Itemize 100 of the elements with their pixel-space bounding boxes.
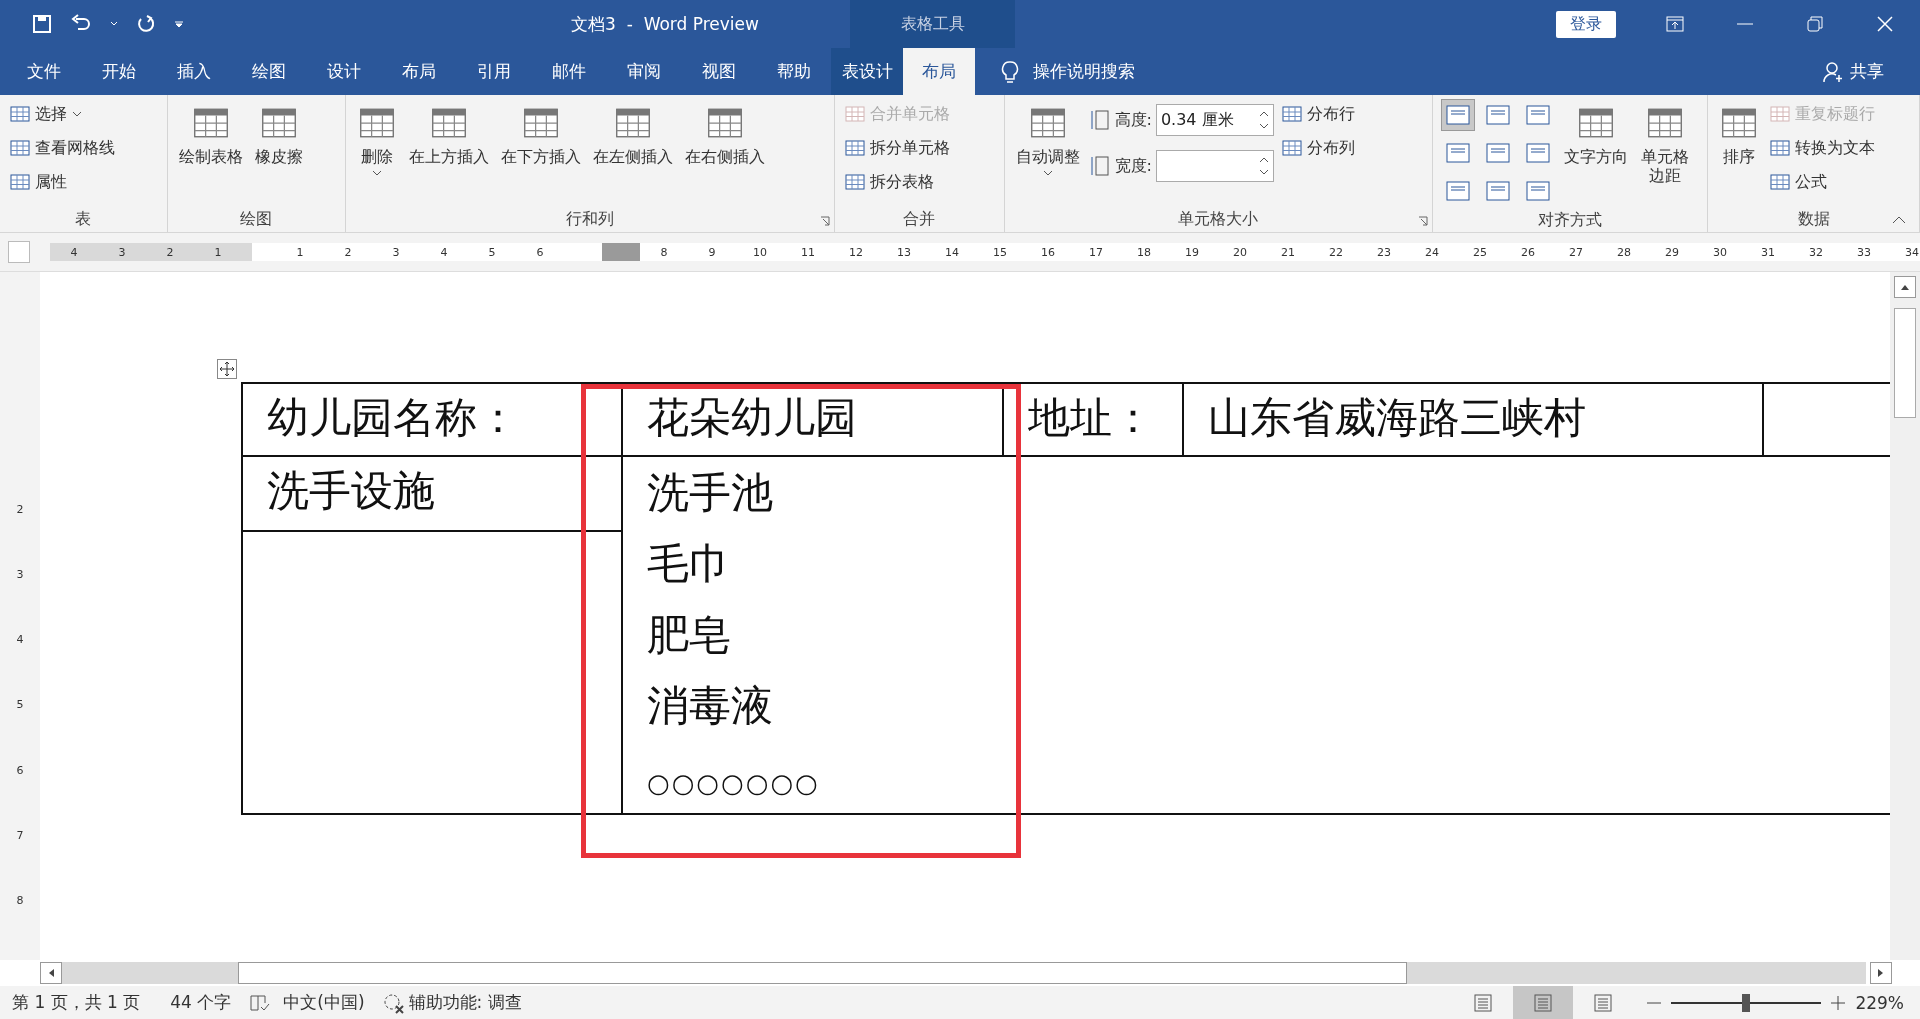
ribbon-button[interactable]: 拆分单元格: [842, 133, 952, 163]
field-label: 宽度:: [1114, 155, 1152, 177]
caret-icon: [1042, 170, 1053, 177]
ribbon-button[interactable]: 文字方向: [1561, 99, 1632, 171]
caret-icon: [371, 170, 382, 177]
language[interactable]: 中文(中国): [283, 991, 365, 1014]
window-title: 文档3 - Word Preview: [570, 12, 760, 36]
align-icon: [1486, 143, 1511, 163]
triangle-right-icon: [1878, 968, 1884, 978]
ribbon-button[interactable]: 自动调整: [1012, 99, 1083, 181]
ribbon-tab[interactable]: 视图: [681, 48, 756, 95]
view-button[interactable]: [1513, 986, 1574, 1019]
cell-text: 花朵幼儿园: [647, 392, 858, 444]
ruler-number: 9: [707, 245, 717, 259]
page-view-icon: [1593, 993, 1614, 1012]
ruler-number: 2: [16, 504, 24, 518]
ribbon-tab[interactable]: 引用: [456, 48, 531, 95]
ruler-number: 10: [752, 245, 768, 259]
ribbon-button[interactable]: 拆分表格: [842, 167, 952, 197]
ruler-number: 21: [1280, 245, 1296, 259]
align-icon: [1486, 105, 1511, 125]
ruler-number: 12: [848, 245, 864, 259]
accessibility-icon[interactable]: [382, 991, 405, 1014]
ribbon-tab[interactable]: 邮件: [531, 48, 606, 95]
ribbon-button[interactable]: 删除: [353, 99, 400, 181]
scroll-left-button[interactable]: [40, 962, 62, 984]
sign-in-button[interactable]: 登录: [1556, 10, 1616, 38]
field-label: 高度:: [1114, 109, 1152, 131]
group-label: 行和列: [565, 208, 614, 230]
zoom-level[interactable]: 229%: [1855, 992, 1904, 1013]
table-move-handle[interactable]: [217, 359, 237, 379]
ribbon-tab[interactable]: 审阅: [606, 48, 681, 95]
ribbon-button[interactable]: 分布行: [1279, 99, 1357, 129]
ruler-number: 19: [1184, 245, 1200, 259]
spin-field[interactable]: 0.34 厘米: [1155, 104, 1274, 136]
ribbon-button[interactable]: 公式: [1768, 167, 1878, 197]
cell-text: 山东省威海路三峡村: [1208, 392, 1587, 444]
group-label: 单元格大小: [1178, 208, 1259, 230]
ribbon-button[interactable]: 选择: [8, 99, 117, 129]
scroll-right-button[interactable]: [1870, 962, 1892, 984]
ruler-number: 17: [1088, 245, 1104, 259]
ribbon-button[interactable]: 在下方插入: [497, 99, 584, 171]
page-count[interactable]: 第 1 页，共 1 页: [12, 991, 141, 1014]
scroll-up-button[interactable]: [1894, 276, 1916, 298]
ribbon-tab[interactable]: 布局: [381, 48, 456, 95]
dialog-launcher-icon[interactable]: [1418, 216, 1429, 226]
spin-field[interactable]: [1155, 150, 1274, 182]
scrollbar-thumb[interactable]: [1894, 308, 1916, 418]
ribbon-button[interactable]: 分布列: [1279, 133, 1357, 163]
cell-text: 肥皂: [647, 609, 732, 661]
zoom-out-icon[interactable]: [1647, 1001, 1662, 1004]
ruler-number: 13: [896, 245, 912, 259]
triangle-up-icon: [1900, 284, 1910, 290]
align-icon: [1446, 143, 1471, 163]
ribbon-button[interactable]: 在左侧插入: [589, 99, 676, 171]
ruler-number: 1: [213, 245, 223, 259]
ribbon-button[interactable]: 绘制表格: [175, 99, 246, 171]
align-icon: [1526, 105, 1551, 125]
column-marker[interactable]: [602, 243, 640, 261]
ribbon-button[interactable]: 在右侧插入: [681, 99, 768, 171]
customize-button[interactable]: [172, 18, 186, 30]
ribbon-button[interactable]: 排序: [1716, 99, 1763, 171]
tell-me-search[interactable]: 操作说明搜索: [995, 48, 1141, 95]
cell-text: 地址：: [1028, 392, 1155, 444]
ribbon-display-icon: [1666, 16, 1684, 32]
align-icon: [1486, 181, 1511, 201]
tab-selector[interactable]: [8, 241, 30, 263]
zoom-in-icon[interactable]: [1831, 995, 1846, 1010]
save-button[interactable]: [30, 12, 54, 36]
scrollbar-thumb[interactable]: [238, 962, 1407, 984]
ribbon-button[interactable]: 单元格边距: [1637, 99, 1692, 190]
word-count[interactable]: 44 个字: [170, 991, 232, 1014]
ribbon-button[interactable]: 转换为文本: [1768, 133, 1878, 163]
align-button[interactable]: [1441, 99, 1476, 131]
ribbon-tab[interactable]: 帮助: [756, 48, 831, 95]
share-button[interactable]: 共享: [1816, 48, 1890, 95]
caret-icon: [110, 21, 118, 27]
ribbon-tab[interactable]: 绘图: [231, 48, 306, 95]
lightbulb-icon: [1001, 59, 1019, 84]
ribbon-button[interactable]: 查看网格线: [8, 133, 117, 163]
dialog-launcher-icon[interactable]: [819, 216, 830, 226]
table-icon: [1770, 139, 1791, 157]
ribbon-button[interactable]: 橡皮擦: [251, 99, 306, 171]
ribbon-tab[interactable]: 开始: [81, 48, 156, 95]
ribbon-tab[interactable]: 布局: [903, 48, 975, 95]
ruler-number: 24: [1424, 245, 1440, 259]
ruler-number: 5: [16, 699, 24, 714]
ribbon-button[interactable]: 属性: [8, 167, 117, 197]
ribbon-tab[interactable]: 插入: [156, 48, 231, 95]
group-label: 绘图: [240, 208, 273, 230]
table-icon: [1770, 105, 1791, 123]
ribbon-button[interactable]: 在上方插入: [405, 99, 492, 171]
ribbon-tab[interactable]: 表设计: [831, 48, 903, 95]
accessibility-status[interactable]: 辅助功能: 调查: [408, 991, 522, 1014]
collapse-ribbon-icon[interactable]: [1892, 216, 1906, 224]
ruler-number: 8: [16, 894, 24, 909]
proofing-icon[interactable]: [249, 992, 272, 1013]
ruler-number: 29: [1664, 245, 1680, 259]
ribbon-tab[interactable]: 文件: [6, 48, 81, 95]
ribbon-tab[interactable]: 设计: [306, 48, 381, 95]
